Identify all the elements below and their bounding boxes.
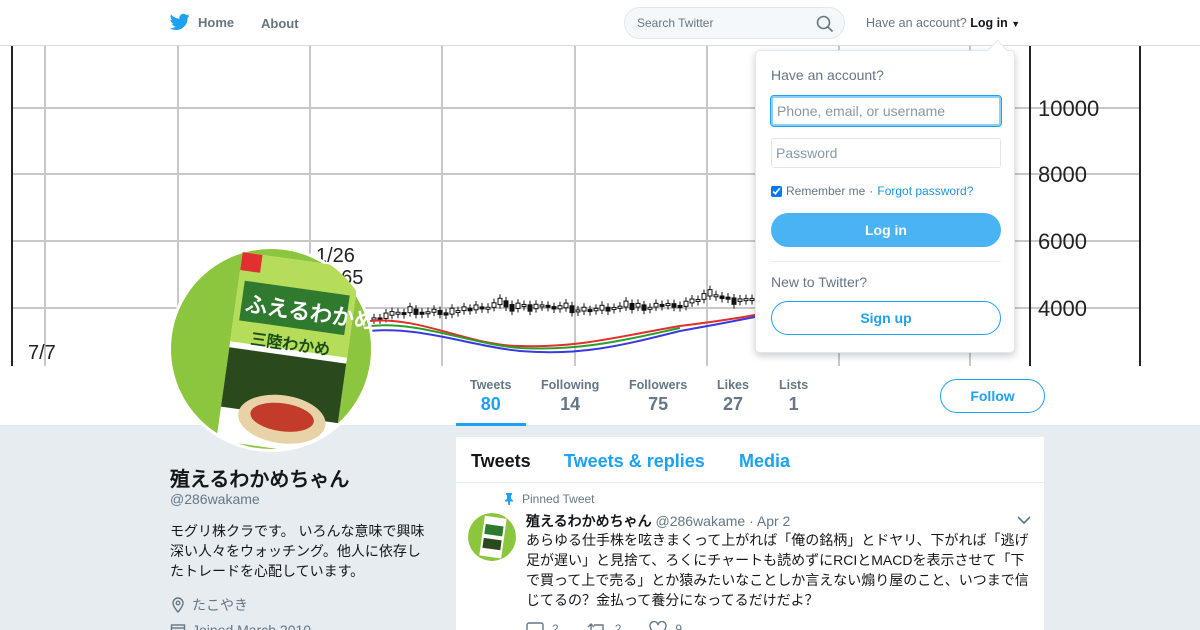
stat-value: 27: [722, 394, 743, 414]
search-input[interactable]: Search Twitter: [624, 7, 845, 39]
stat-label: Likes: [717, 378, 749, 392]
profile-joined-date: Joined March 2010: [170, 622, 311, 630]
profile-location: たこやき: [170, 595, 248, 615]
chart-y-tick: 6000: [1038, 229, 1087, 254]
location-pin-icon: [172, 597, 184, 613]
stat-following[interactable]: Following 14: [541, 378, 599, 415]
twitter-bird-icon: [170, 13, 190, 31]
nav-home-label: Home: [198, 14, 235, 30]
wakame-package-thumbnail: [468, 513, 516, 561]
tab-media[interactable]: Media: [739, 451, 790, 472]
tweet-actions: 2 2 9: [526, 621, 682, 630]
login-toggle[interactable]: Have an account? Log in ▼: [866, 16, 1020, 30]
nav-about-link[interactable]: About: [261, 16, 299, 31]
pin-icon: [505, 493, 513, 505]
active-stat-underline: [456, 423, 526, 426]
login-dropdown: Have an account? Remember me · Forgot pa…: [755, 50, 1015, 353]
retweet-button[interactable]: 2: [587, 621, 622, 630]
stat-lists[interactable]: Lists 1: [779, 378, 808, 415]
reply-count: 2: [552, 622, 559, 630]
forgot-password-link[interactable]: Forgot password?: [877, 184, 973, 198]
stat-label: Tweets: [470, 378, 512, 392]
location-text: たこやき: [192, 597, 248, 613]
profile-avatar[interactable]: ふえるわかめ 三陸わかめ: [168, 246, 374, 452]
stat-label: Lists: [779, 378, 809, 392]
remember-me-checkbox[interactable]: [771, 185, 782, 197]
login-dropdown-title: Have an account?: [771, 67, 884, 83]
username-field[interactable]: [770, 95, 1002, 127]
retweet-icon: [587, 623, 604, 630]
chart-y-tick: 4000: [1038, 296, 1087, 321]
tweet-timeline: Tweets Tweets & replies Media Pinned Twe…: [456, 437, 1044, 630]
caret-down-icon: ▼: [1011, 19, 1021, 29]
tweet-author-handle[interactable]: @286wakame: [655, 513, 745, 529]
timeline-tabs: Tweets Tweets & replies Media: [456, 437, 1044, 483]
like-count: 9: [675, 622, 683, 630]
pinned-tweet-label: Pinned Tweet: [504, 492, 595, 506]
profile-handle[interactable]: @286wakame: [170, 491, 260, 507]
tweet-text: あらゆる仕手株を呟きまくって上がれば「俺の銘柄」とドヤリ、下がれば「逃げ足が遅い…: [526, 532, 1029, 608]
tweet-author-name[interactable]: 殖えるわかめちゃん: [526, 513, 652, 529]
stat-value: 1: [788, 394, 799, 414]
heart-icon: [649, 621, 668, 630]
have-account-text: Have an account?: [866, 16, 967, 30]
tweet-avatar[interactable]: [468, 513, 516, 561]
stat-value: 80: [480, 394, 501, 414]
chart-annotation: 7/7: [28, 342, 56, 364]
stat-label: Followers: [629, 378, 688, 392]
login-toggle-label: Log in: [970, 16, 1008, 30]
dropdown-divider: [771, 261, 1001, 262]
reply-icon: [526, 622, 544, 630]
tweet-date[interactable]: · Apr 2: [749, 513, 790, 529]
profile-name: 殖えるわかめちゃん: [170, 469, 350, 491]
search-icon[interactable]: [816, 15, 834, 33]
tab-tweets[interactable]: Tweets: [471, 451, 531, 472]
nav-home-link[interactable]: Home: [170, 13, 234, 31]
pinned-text: Pinned Tweet: [522, 492, 595, 506]
login-button[interactable]: Log in: [771, 213, 1001, 247]
stat-followers[interactable]: Followers 75: [629, 378, 687, 415]
wakame-package-image: ふえるわかめ 三陸わかめ: [171, 249, 374, 452]
stat-label: Following: [541, 378, 600, 392]
password-field[interactable]: [771, 138, 1001, 168]
chart-y-tick: 8000: [1038, 162, 1087, 187]
like-button[interactable]: 9: [649, 621, 682, 630]
profile-bio: モグリ株クラです。 いろんな意味で興味深い人々をウォッチング。他人に依存したトレ…: [170, 523, 425, 579]
separator-dot: ·: [869, 184, 874, 198]
remember-me-label[interactable]: Remember me: [786, 184, 865, 198]
chevron-down-icon[interactable]: [1017, 515, 1031, 525]
remember-me-row: Remember me · Forgot password?: [771, 184, 973, 198]
signup-button[interactable]: Sign up: [771, 301, 1001, 335]
tab-tweets-and-replies[interactable]: Tweets & replies: [564, 451, 705, 472]
new-to-twitter-text: New to Twitter?: [771, 274, 868, 290]
calendar-icon: [170, 624, 186, 630]
joined-text: Joined March 2010: [192, 622, 312, 630]
tweet-header: 殖えるわかめちゃん @286wakame · Apr 2: [526, 511, 790, 531]
stat-value: 14: [560, 394, 581, 414]
stat-likes[interactable]: Likes 27: [717, 378, 749, 415]
follow-button[interactable]: Follow: [940, 379, 1045, 413]
top-navigation-bar: Home About Search Twitter Have an accoun…: [0, 0, 1200, 46]
retweet-count: 2: [614, 622, 622, 630]
chart-y-tick: 10000: [1038, 96, 1099, 121]
reply-button[interactable]: 2: [526, 621, 559, 630]
search-placeholder: Search Twitter: [637, 16, 714, 30]
stat-value: 75: [648, 394, 669, 414]
stat-tweets[interactable]: Tweets 80: [470, 378, 511, 415]
